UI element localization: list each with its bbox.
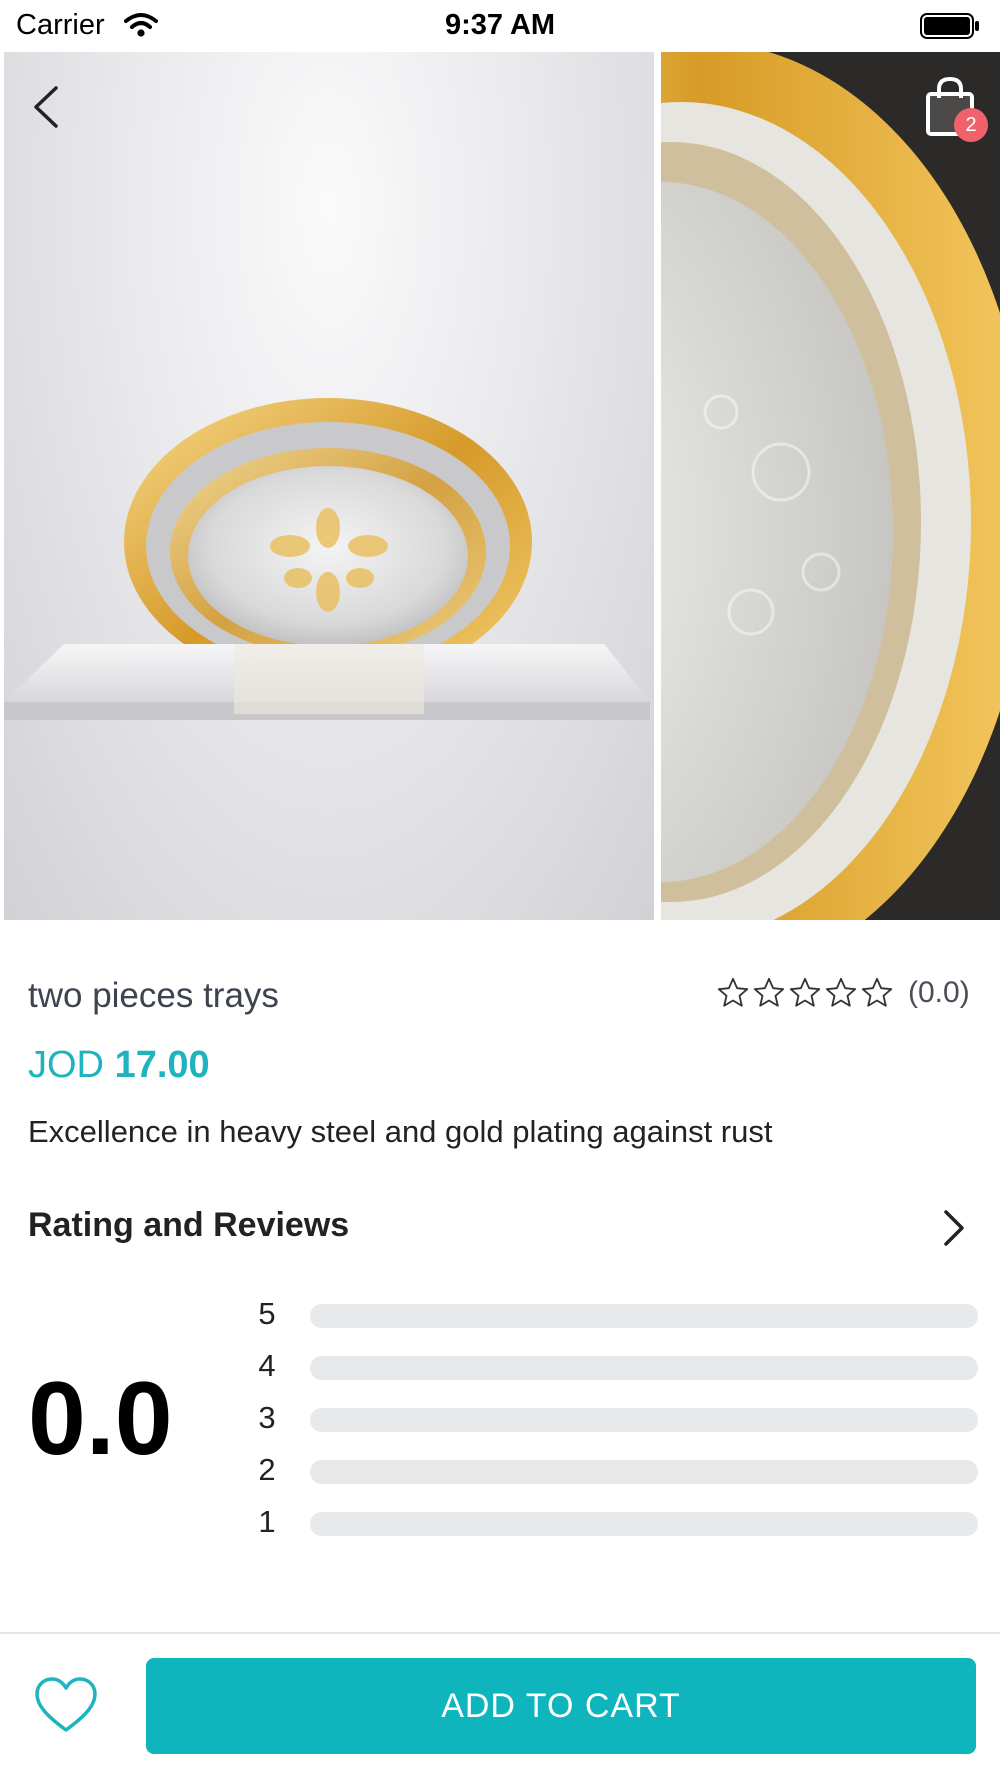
rating-bar-track [310,1460,978,1484]
product-title: two pieces trays [28,976,279,1015]
product-price: JOD 17.00 [28,1044,210,1087]
rating-bar-row: 4 [250,1348,980,1388]
star-outline-icon [753,977,785,1007]
heart-icon [34,1677,98,1740]
cart-count-badge: 2 [954,108,988,142]
product-description: Excellence in heavy steel and gold plati… [28,1114,773,1149]
reviews-open-button[interactable] [938,1206,968,1250]
status-time: 9:37 AM [444,9,556,41]
reviews-heading[interactable]: Rating and Reviews [28,1206,349,1245]
star-outline-icon [789,977,821,1007]
rating-bar-track [310,1512,978,1536]
rating-bar-label: 3 [258,1400,276,1435]
rating-stars [716,976,894,1010]
rating-bar-row: 5 [250,1296,980,1336]
rating-count: (0.0) [908,976,970,1009]
rating-bar-row: 2 [250,1452,980,1492]
status-bar: Carrier 9:37 AM [0,0,1000,50]
star-outline-icon [861,977,893,1007]
rating-bar-row: 1 [250,1504,980,1544]
rating-bar-label: 2 [258,1452,276,1487]
product-photo-detail[interactable] [661,52,1000,920]
star-outline-icon [825,977,857,1007]
rating-bar-track [310,1304,978,1328]
bottom-bar-divider [0,1632,1000,1634]
product-photo-main[interactable] [4,52,654,920]
price-currency: JOD [28,1044,104,1086]
add-to-cart-button[interactable]: ADD TO CART [146,1658,976,1754]
price-amount: 17.00 [114,1044,210,1086]
rating-bar-track [310,1356,978,1380]
rating-bar-row: 3 [250,1400,980,1440]
star-outline-icon [717,977,749,1007]
battery-icon [920,13,980,44]
chevron-left-icon [28,86,68,136]
chevron-right-icon [938,1210,968,1254]
product-gallery[interactable]: 2 [0,50,1000,920]
rating-bar-track [310,1408,978,1432]
rating-bar-label: 1 [258,1504,276,1539]
rating-bar-label: 5 [258,1296,276,1331]
rating-bar-label: 4 [258,1348,276,1383]
favorite-button[interactable] [34,1676,98,1736]
average-rating: 0.0 [28,1361,173,1477]
back-button[interactable] [28,82,68,132]
